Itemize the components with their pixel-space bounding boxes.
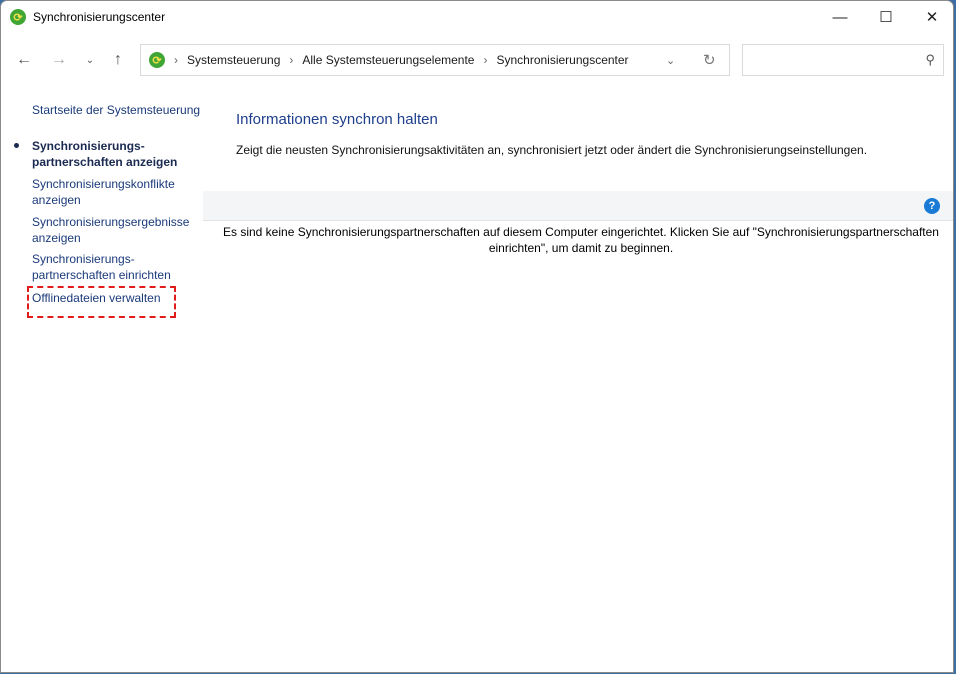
breadcrumb-systemsteuerung[interactable]: Systemsteuerung [187, 53, 280, 67]
maximize-button[interactable]: ☐ [863, 1, 909, 33]
search-input[interactable]: ⚲ [742, 44, 944, 76]
minimize-button[interactable]: — [817, 1, 863, 33]
page-title: Informationen synchron halten [236, 111, 438, 128]
toolbar-band: ? [203, 191, 953, 221]
label: anzeigen [32, 231, 81, 245]
sidebar-item-ergebnisse[interactable]: Synchronisierungsergebnisse anzeigen [32, 214, 189, 246]
address-bar[interactable]: ⟳ › Systemsteuerung › Alle Systemsteueru… [140, 44, 730, 76]
window: ⟳ Synchronisierungscenter — ☐ ✕ ← → ⌄ ↑ … [0, 0, 954, 673]
highlight-box [27, 286, 176, 318]
window-title: Synchronisierungscenter [33, 10, 166, 24]
label: anzeigen [32, 193, 81, 207]
label: partnerschaften anzeigen [32, 155, 178, 169]
breadcrumb-synchronisierungscenter[interactable]: Synchronisierungscenter [496, 53, 628, 67]
search-icon: ⚲ [925, 52, 935, 67]
back-button[interactable]: ← [13, 49, 35, 71]
chevron-right-icon: › [174, 53, 178, 67]
sidebar-item-partnerschaften-einrichten[interactable]: Synchronisierungs-partnerschaften einric… [32, 251, 171, 283]
recent-locations-button[interactable]: ⌄ [79, 49, 101, 71]
forward-button[interactable]: → [48, 49, 70, 71]
empty-message: Es sind keine Synchronisierungspartnersc… [223, 225, 939, 255]
label: Synchronisierungsergebnisse [32, 215, 190, 229]
chevron-right-icon: › [483, 53, 488, 67]
navigation-bar: ← → ⌄ ↑ ⟳ › Systemsteuerung › Alle Syste… [1, 43, 953, 77]
chevron-right-icon: › [289, 53, 294, 67]
sidebar-item-konflikte[interactable]: Synchronisierungskonflikte anzeigen [32, 176, 175, 208]
label: Synchronisierungs- [32, 139, 145, 153]
label: partnerschaften einrichten [32, 268, 171, 282]
label: Synchronisierungskonflikte [32, 177, 175, 191]
page-description: Zeigt die neusten Synchronisierungsaktiv… [236, 143, 868, 157]
current-item-bullet [14, 143, 19, 148]
refresh-icon[interactable]: ↻ [703, 51, 716, 69]
sidebar-home-link[interactable]: Startseite der Systemsteuerung [32, 102, 200, 118]
help-icon[interactable]: ? [924, 198, 940, 214]
close-button[interactable]: ✕ [909, 1, 953, 33]
title-bar: ⟳ Synchronisierungscenter [1, 1, 953, 33]
label: Synchronisierungs- [32, 252, 135, 266]
sidebar-item-partnerschaften-anzeigen[interactable]: Synchronisierungs-partnerschaften anzeig… [32, 138, 177, 170]
up-button[interactable]: ↑ [107, 49, 129, 71]
chevron-down-icon[interactable]: ⌄ [666, 54, 675, 67]
sync-center-icon: ⟳ [149, 52, 165, 68]
sync-center-icon: ⟳ [10, 9, 26, 25]
breadcrumb-alle-elemente[interactable]: Alle Systemsteuerungselemente [302, 53, 474, 67]
